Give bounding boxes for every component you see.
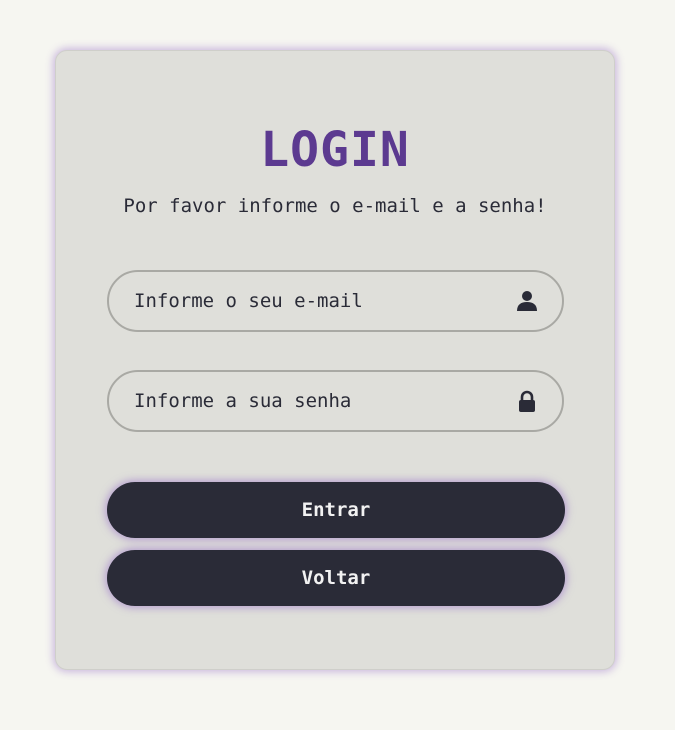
lock-icon (519, 390, 535, 412)
email-input[interactable] (134, 272, 494, 330)
user-icon (517, 291, 537, 311)
login-title: LOGIN (260, 122, 410, 178)
email-field[interactable] (107, 270, 564, 332)
login-subtitle: Por favor informe o e-mail e a senha! (123, 195, 547, 217)
password-field[interactable] (107, 370, 564, 432)
enter-button[interactable]: Entrar (107, 482, 565, 538)
password-input[interactable] (134, 372, 494, 430)
login-card: LOGIN Por favor informe o e-mail e a sen… (55, 50, 615, 670)
back-button[interactable]: Voltar (107, 550, 565, 606)
